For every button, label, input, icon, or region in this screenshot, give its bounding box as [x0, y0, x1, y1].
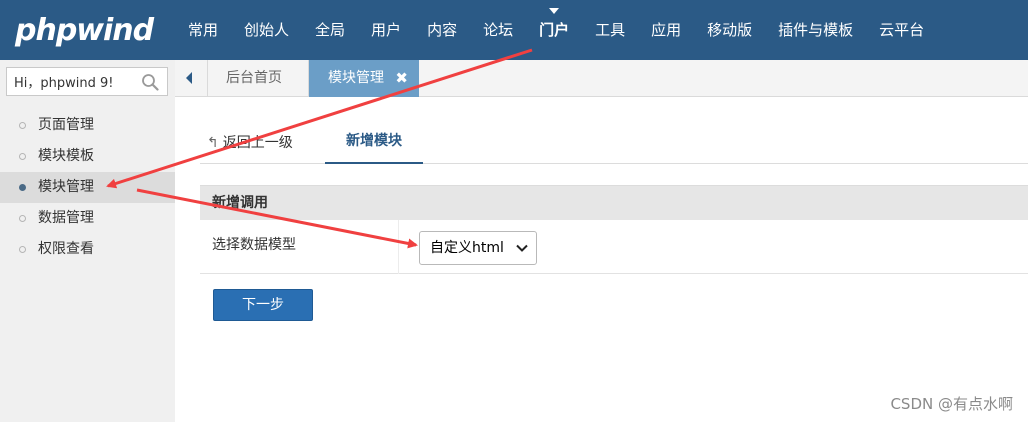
nav-item-apps[interactable]: 应用: [638, 0, 694, 60]
phpwind-logo[interactable]: phpwind: [15, 10, 154, 50]
sidebar: 页面管理 模块模板 模块管理 数据管理 权限查看: [0, 60, 175, 422]
bullet-icon: [19, 184, 26, 191]
sidebar-item-page-management[interactable]: 页面管理: [0, 110, 175, 141]
chevron-down-icon: [516, 244, 528, 252]
nav-item-common[interactable]: 常用: [175, 0, 231, 60]
sidebar-item-data-management[interactable]: 数据管理: [0, 203, 175, 234]
nav-item-forum[interactable]: 论坛: [470, 0, 526, 60]
sidebar-item-module-templates[interactable]: 模块模板: [0, 141, 175, 172]
close-icon[interactable]: ✖: [395, 60, 408, 96]
select-value: 自定义html: [430, 240, 504, 256]
tab-admin-home[interactable]: 后台首页: [208, 60, 309, 97]
nav-item-global[interactable]: 全局: [302, 0, 358, 60]
data-model-label: 选择数据模型: [212, 220, 399, 274]
search-icon[interactable]: [141, 73, 159, 91]
sidebar-item-label: 页面管理: [38, 117, 94, 133]
nav-item-founder[interactable]: 创始人: [231, 0, 302, 60]
sidebar-item-label: 数据管理: [38, 210, 94, 226]
back-arrow-icon: ↰: [207, 135, 219, 151]
bullet-icon: [19, 215, 26, 222]
watermark: CSDN @有点水啊: [890, 395, 1013, 413]
sidebar-search-box: [6, 67, 168, 96]
nav-item-users[interactable]: 用户: [358, 0, 414, 60]
bullet-icon: [19, 246, 26, 253]
add-call-form: 新增调用 选择数据模型 自定义html: [200, 185, 1028, 274]
next-step-button[interactable]: 下一步: [213, 289, 313, 321]
sidebar-item-label: 模块管理: [38, 179, 94, 195]
bullet-icon: [19, 122, 26, 129]
data-model-select[interactable]: 自定义html: [419, 231, 537, 265]
sidebar-item-label: 权限查看: [38, 241, 94, 257]
caret-down-icon: [549, 8, 560, 14]
tab-scroll-left-button[interactable]: [175, 60, 208, 96]
triangle-left-icon: [186, 72, 192, 84]
nav-item-plugins-templates[interactable]: 插件与模板: [765, 0, 866, 60]
tab-add-module[interactable]: 新增模块: [325, 125, 423, 164]
top-navbar: phpwind 常用 创始人 全局 用户 内容 论坛 门户 工具 应用 移动版 …: [0, 0, 1028, 60]
sidebar-item-label: 模块模板: [38, 148, 94, 164]
nav-item-portal-label: 门户: [539, 21, 570, 39]
bullet-icon: [19, 153, 26, 160]
back-link[interactable]: ↰ 返回上一级: [207, 132, 293, 152]
nav-item-content[interactable]: 内容: [414, 0, 470, 60]
nav-item-portal[interactable]: 门户: [526, 0, 582, 60]
back-link-label: 返回上一级: [222, 135, 293, 151]
sidebar-item-permissions[interactable]: 权限查看: [0, 234, 175, 265]
sidebar-item-module-management[interactable]: 模块管理: [0, 172, 175, 203]
sub-navigation: ↰ 返回上一级 新增模块: [200, 125, 1028, 164]
nav-item-tools[interactable]: 工具: [582, 0, 638, 60]
form-section-title: 新增调用: [200, 185, 1028, 220]
nav-item-mobile[interactable]: 移动版: [694, 0, 765, 60]
nav-item-cloud[interactable]: 云平台: [866, 0, 937, 60]
tab-label: 模块管理: [328, 70, 384, 86]
form-row-data-model: 选择数据模型 自定义html: [200, 220, 1028, 274]
tab-module-management[interactable]: 模块管理 ✖: [309, 60, 419, 97]
search-input[interactable]: [7, 68, 137, 95]
main-nav: 常用 创始人 全局 用户 内容 论坛 门户 工具 应用 移动版 插件与模板 云平…: [175, 0, 937, 60]
tab-strip: 后台首页 模块管理 ✖: [175, 60, 1028, 97]
sidebar-menu: 页面管理 模块模板 模块管理 数据管理 权限查看: [0, 110, 175, 265]
